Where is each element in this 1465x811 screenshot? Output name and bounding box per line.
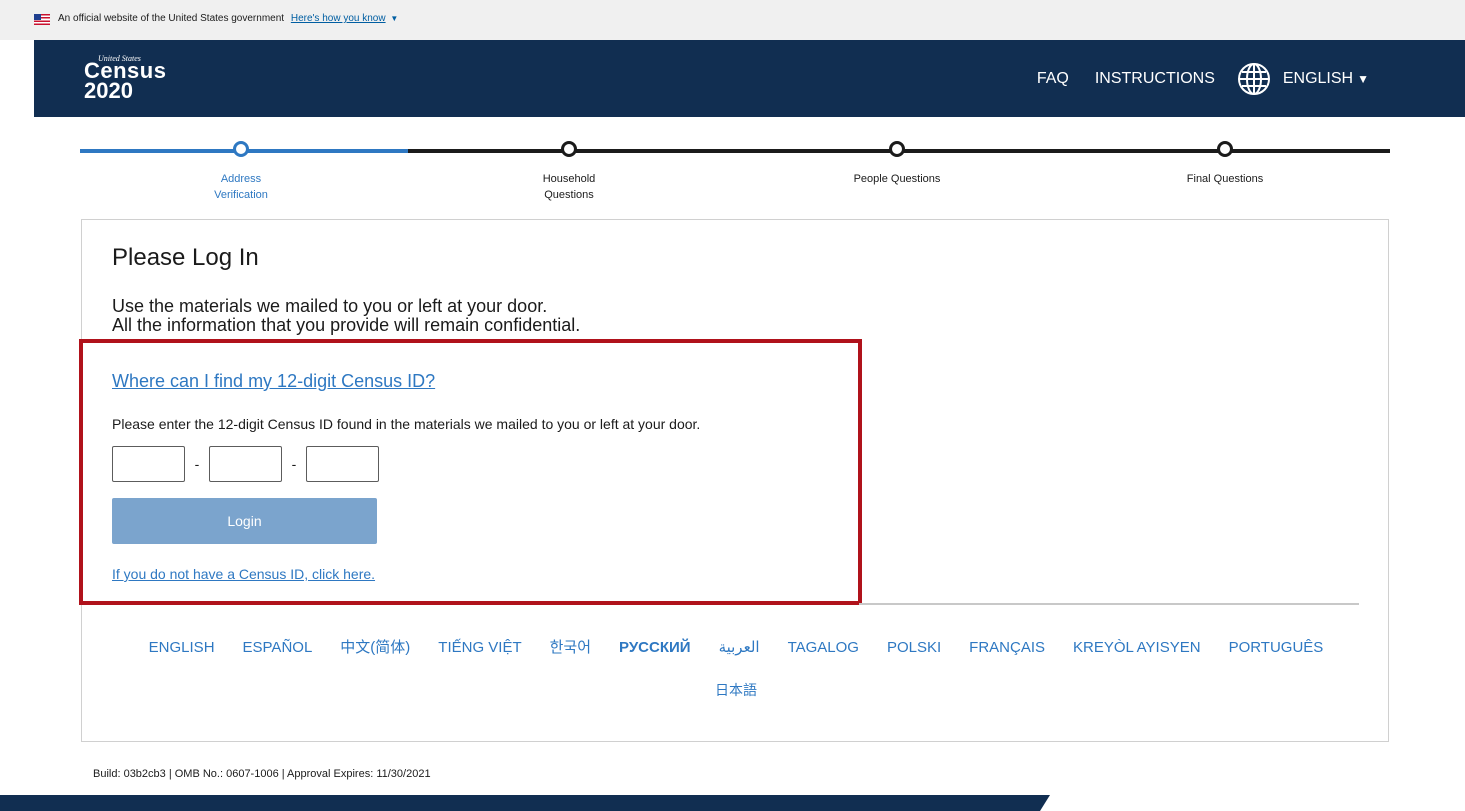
id-separator: - — [291, 456, 297, 472]
instructions-link[interactable]: INSTRUCTIONS — [1095, 70, 1215, 88]
gov-banner-text: An official website of the United States… — [58, 13, 399, 24]
step-dot-people — [889, 141, 905, 157]
step-label-household: Household Questions — [542, 173, 596, 201]
census-logo[interactable]: United States Census 2020 — [84, 50, 174, 110]
language-link-portuguese[interactable]: PORTUGUÊS — [1229, 635, 1324, 661]
language-link-spanish[interactable]: ESPAÑOL — [243, 635, 313, 661]
language-link-korean[interactable]: 한국어 — [550, 635, 591, 661]
step-label-people: People Questions — [853, 173, 941, 185]
step-dot-address — [233, 141, 249, 157]
language-list: ENGLISH ESPAÑOL 中文(简体) TIẾNG VIỆT 한국어 РУ… — [112, 635, 1360, 703]
census-id-part-2[interactable] — [209, 446, 282, 482]
census-id-instructions: Please enter the 12-digit Census ID foun… — [112, 416, 701, 432]
intro-text: Use the materials we mailed to you or le… — [112, 297, 580, 335]
language-link-haitian-creole[interactable]: KREYÒL AYISYEN — [1073, 635, 1201, 661]
page-title: Please Log In — [112, 244, 259, 271]
language-link-arabic[interactable]: العربية — [719, 635, 760, 661]
bottom-bar — [0, 795, 1050, 811]
gov-banner: An official website of the United States… — [0, 0, 1465, 40]
language-link-vietnamese[interactable]: TIẾNG VIỆT — [438, 635, 521, 661]
language-link-english[interactable]: ENGLISH — [149, 635, 215, 661]
language-link-chinese[interactable]: 中文(简体) — [340, 635, 410, 661]
step-dot-final — [1217, 141, 1233, 157]
login-button[interactable]: Login — [112, 498, 377, 544]
globe-icon[interactable] — [1237, 62, 1271, 96]
step-label-address: Address Verification — [214, 173, 268, 201]
us-flag-icon — [34, 14, 50, 25]
site-header: United States Census 2020 FAQ INSTRUCTIO… — [34, 40, 1465, 117]
chevron-down-icon: ▼ — [390, 14, 399, 23]
step-dot-household — [561, 141, 577, 157]
intro-line-2: All the information that you provide wil… — [112, 315, 581, 335]
language-link-polish[interactable]: POLSKI — [887, 635, 941, 661]
language-dropdown[interactable]: ENGLISH ▼ — [1283, 70, 1369, 88]
intro-line-1: Use the materials we mailed to you or le… — [112, 296, 548, 316]
build-info: Build: 03b2cb3 | OMB No.: 0607-1006 | Ap… — [93, 768, 431, 780]
chevron-down-icon: ▼ — [1357, 71, 1369, 86]
language-link-russian[interactable]: РУССКИЙ — [619, 635, 691, 661]
login-card: Please Log In Use the materials we maile… — [79, 219, 1389, 742]
faq-link[interactable]: FAQ — [1037, 70, 1069, 88]
language-label: ENGLISH — [1282, 69, 1354, 87]
no-census-id-link[interactable]: If you do not have a Census ID, click he… — [112, 566, 375, 582]
logo-year: 2020 — [84, 78, 133, 103]
census-id-part-3[interactable] — [306, 446, 379, 482]
find-census-id-link[interactable]: Where can I find my 12-digit Census ID? — [112, 371, 435, 392]
step-label-final: Final Questions — [1186, 173, 1264, 185]
id-separator: - — [194, 456, 200, 472]
divider — [859, 603, 1359, 605]
census-id-fields: - - — [112, 446, 379, 482]
census-id-part-1[interactable] — [112, 446, 185, 482]
how-you-know-link[interactable]: Here's how you know — [291, 13, 386, 24]
header-nav: FAQ INSTRUCTIONS ENGLISH ▼ — [1037, 40, 1369, 117]
language-link-french[interactable]: FRANÇAIS — [969, 635, 1045, 661]
language-link-tagalog[interactable]: TAGALOG — [788, 635, 859, 661]
progress-stepper: Address Verification Household Questions… — [80, 140, 1390, 210]
language-link-japanese[interactable]: 日本語 — [126, 677, 1346, 703]
